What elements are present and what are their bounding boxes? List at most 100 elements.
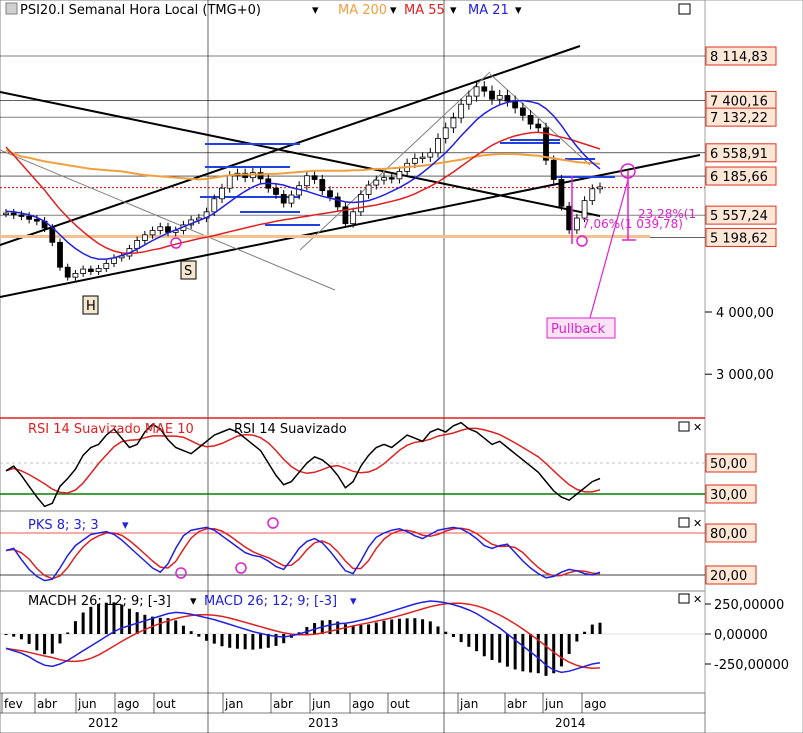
rsi-level-label: 50,00 (710, 457, 747, 472)
candle-body (597, 186, 603, 190)
candle-body (504, 95, 511, 102)
candle-body (465, 95, 472, 105)
macd-histogram-bar (544, 634, 548, 676)
price-label-text: 7 132,22 (710, 111, 768, 126)
pks-level-label: 20,00 (710, 569, 747, 584)
macd-histogram-bar (482, 634, 486, 657)
rsi-legend-mae[interactable]: RSI 14 Suavizado MAE 10 (28, 422, 194, 437)
macd-histogram-bar (220, 634, 224, 647)
pks-legend[interactable]: PKS 8; 3; 3 (28, 518, 99, 533)
candle-body (80, 268, 87, 274)
candle-body (381, 177, 387, 181)
pct-annotation-2: 7,06%(1 039,78) (582, 217, 683, 231)
candle-body (18, 214, 25, 217)
chart-menu-icon[interactable] (5, 2, 18, 15)
macd-histogram-bar (158, 617, 162, 634)
pks-maximize-icon[interactable] (678, 517, 690, 528)
candle-body (211, 198, 218, 213)
macd-histogram-bar (436, 626, 440, 634)
macd-histogram-bar (490, 634, 494, 661)
ma55-menu-arrow-icon[interactable]: ▾ (450, 3, 457, 18)
macd-close-icon[interactable]: ✕ (693, 593, 702, 606)
macd-histogram-bar (359, 624, 363, 634)
macd-histogram-bar (73, 621, 77, 634)
candle-body (473, 86, 480, 97)
month-label: out (156, 697, 176, 711)
macd-histogram-bar (421, 619, 425, 634)
title-menu-arrow-icon[interactable]: ▾ (312, 3, 319, 18)
macd-histogram-bar (575, 634, 579, 642)
macd-histogram-bar (498, 634, 502, 663)
macd-histogram-bar (43, 634, 47, 655)
macd-histogram-bar (367, 624, 371, 634)
candle-body (450, 117, 457, 129)
candle-body (141, 234, 148, 241)
macd-histogram-bar (143, 614, 147, 634)
year-label: 2012 (88, 716, 119, 730)
candle-body (519, 107, 526, 116)
macd-histogram-bar (228, 634, 232, 648)
price-label-text: 5 198,62 (710, 231, 768, 246)
legend-ma200[interactable]: MA 200 (338, 3, 387, 18)
rsi-maximize-icon[interactable] (678, 421, 690, 432)
h-marker-label: H (86, 299, 96, 314)
macd-histogram-bar (390, 619, 394, 634)
month-label: jun (544, 697, 564, 711)
rsi-close-icon[interactable]: ✕ (693, 421, 702, 434)
macd-axis-label: -250,00000 (714, 658, 789, 673)
macd-histogram-bar (374, 622, 378, 634)
candle-body (327, 190, 333, 198)
macd-histogram-bar (598, 622, 602, 634)
candle-body (95, 268, 102, 272)
candle-body (373, 179, 380, 186)
candle-body (535, 123, 542, 129)
candle-body (357, 194, 364, 213)
macd-histogram-bar (259, 634, 263, 649)
macdh-menu-arrow-icon[interactable]: ▾ (190, 594, 197, 609)
candle-body (558, 179, 565, 207)
macd-histogram-bar (444, 631, 448, 634)
candle-body (365, 184, 372, 195)
legend-ma55[interactable]: MA 55 (404, 3, 445, 18)
macd-menu-arrow-icon[interactable]: ▾ (350, 594, 357, 609)
macd-legend[interactable]: MACD 26; 12; 9; [-3] (204, 594, 337, 609)
candle-body (334, 196, 341, 208)
macd-histogram-bar (382, 620, 386, 634)
main-title: PSI20.I Semanal Hora Local (TMG+0) (20, 3, 261, 18)
candle-body (550, 159, 557, 180)
price-label-text: 5 557,24 (710, 209, 768, 224)
rsi-legend-main[interactable]: RSI 14 Suavizado (234, 422, 347, 437)
candle-body (458, 103, 465, 119)
macd-histogram-bar (459, 634, 463, 643)
price-label-text: 6 185,66 (710, 170, 768, 185)
month-label: fev (4, 697, 23, 711)
maximize-icon[interactable] (678, 3, 691, 15)
ma21-menu-arrow-icon[interactable]: ▾ (515, 3, 522, 18)
macd-histogram-bar (567, 634, 571, 654)
candle-body (57, 241, 63, 268)
macd-histogram-bar (81, 612, 85, 634)
ma200-menu-arrow-icon[interactable]: ▾ (390, 3, 397, 18)
s-marker-label: S (184, 264, 192, 279)
macd-maximize-icon[interactable] (678, 593, 690, 604)
macd-histogram-bar (12, 634, 16, 637)
pks-close-icon[interactable]: ✕ (693, 517, 702, 530)
candle-body (10, 212, 17, 216)
macd-histogram-bar (181, 625, 185, 634)
pks-menu-arrow-icon[interactable]: ▾ (122, 518, 129, 533)
candle-body (496, 95, 503, 100)
macd-histogram-bar (189, 631, 193, 634)
chart-window: HS23,28%(17,06%(1 039,78)Pullback 8 114,… (0, 0, 803, 733)
candle-body (149, 230, 156, 236)
candle-body (311, 175, 318, 180)
macd-histogram-bar (19, 634, 23, 640)
candle-body (288, 194, 295, 204)
legend-ma21[interactable]: MA 21 (468, 3, 509, 18)
month-label: abr (507, 697, 527, 711)
month-label: abr (273, 697, 293, 711)
macd-histogram-bar (451, 634, 455, 638)
candle-body (319, 179, 326, 192)
macdh-legend[interactable]: MACDH 26; 12; 9; [-3] (28, 594, 171, 609)
candle-body (527, 115, 534, 125)
candle-body (396, 170, 403, 180)
